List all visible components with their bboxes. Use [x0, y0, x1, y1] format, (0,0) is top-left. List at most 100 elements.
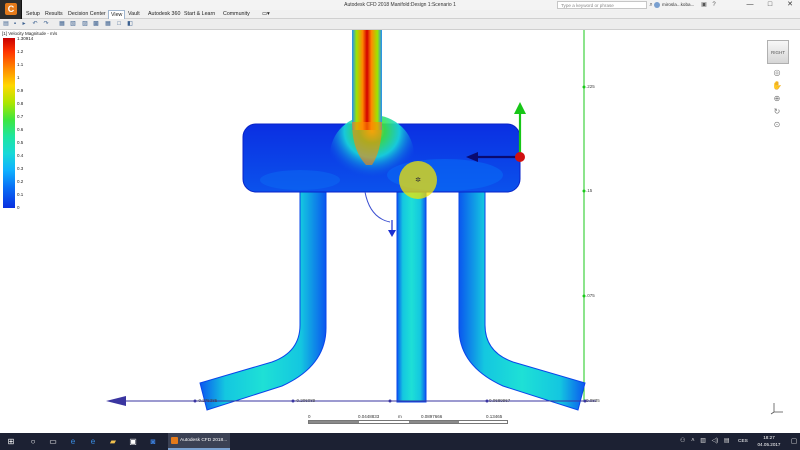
ribbon-tabs: Setup Results Decision Center View Vault… — [22, 10, 800, 19]
network-icon[interactable]: ▥ — [700, 433, 706, 450]
dimension-label: .075 — [586, 293, 595, 298]
flow-region — [260, 170, 340, 190]
task-view-icon[interactable]: ▭ — [44, 433, 62, 450]
tab-community[interactable]: Community — [221, 11, 252, 18]
pan-icon[interactable]: ✋ — [770, 80, 784, 91]
quick-access-toolbar: ▤ ▪ ▸ ↶ ↷ ▦ ▧ ▨ ▩ ▦ □ ◧ — [0, 19, 800, 30]
scale-label: 0.0448833 — [358, 414, 380, 419]
tab-results[interactable]: Results — [43, 11, 65, 18]
zoom-icon[interactable]: ⊕ — [770, 93, 784, 104]
redo-icon[interactable]: ↷ — [42, 21, 50, 28]
clock-date: 04.05.2017 — [757, 441, 781, 447]
system-tray: ⚇ ˄ ▥ ◁) ▤ — [680, 433, 734, 450]
scale-label: 0.0897666 — [421, 414, 443, 419]
rotation-arc — [364, 191, 391, 223]
open-icon[interactable]: ▤ — [2, 21, 10, 28]
minimize-button[interactable]: — — [740, 0, 760, 10]
axis-tick — [388, 399, 392, 403]
legend-tick: 0.5 — [17, 140, 24, 145]
legend-tick: 0.1 — [17, 192, 24, 197]
legend-labels: 1.30914 1.2 1.1 1 0.9 0.8 0.7 0.6 0.5 0.… — [17, 36, 47, 212]
axis-label: 0.0689967 — [489, 398, 511, 403]
home-view-icon[interactable]: ▦ — [58, 21, 66, 28]
outline-icon[interactable]: □ — [115, 21, 123, 28]
input-language[interactable]: CES — [738, 433, 748, 450]
windows-start-icon[interactable]: ⊞ — [0, 433, 22, 450]
notifications-icon[interactable]: ▢ — [788, 433, 800, 450]
bottom-axis-arrow — [106, 396, 126, 406]
navigation-bar: ◎ ✋ ⊕ ↻ ⊙ — [770, 67, 786, 145]
dimension-label: 0.0835 — [586, 398, 600, 403]
legend-max-label: 1.30914 — [17, 36, 34, 41]
view-select-icon[interactable]: ▨ — [81, 21, 89, 28]
keyboard-icon[interactable]: ▤ — [724, 433, 730, 450]
legend-tick: 1.1 — [17, 62, 24, 67]
windows-taskbar: ⊞ ○ ▭ e e ▰ ▣ ◙ Autodesk CFD 2018... ⚇ ˄… — [0, 433, 800, 450]
view-cube[interactable]: RIGHT — [767, 40, 789, 64]
shading-icon[interactable]: ◧ — [126, 21, 134, 28]
legend-tick: 0.8 — [17, 101, 24, 106]
scale-label: 0 — [308, 414, 311, 419]
right-outlet-pipe — [458, 191, 586, 411]
graphics-viewport[interactable]: ✲ [1] Velocity Magnitude - m/s 1.30914 1… — [0, 30, 800, 424]
cursor-crosshair-icon: ✲ — [415, 176, 421, 184]
application-menu-button[interactable]: C — [0, 0, 22, 19]
legend-tick: 1.2 — [17, 49, 24, 54]
left-outlet-pipe — [199, 191, 327, 411]
taskbar-clock[interactable]: 18:27 04.05.2017 — [754, 435, 784, 448]
center-outlet-pipe — [396, 184, 427, 403]
look-icon[interactable]: ⊙ — [770, 119, 784, 130]
axis-label: -0.275385 — [197, 398, 218, 403]
autodesk-cfd-logo: C — [5, 3, 17, 15]
volume-icon[interactable]: ◁) — [712, 433, 719, 450]
dimension-label: .15 — [586, 188, 593, 193]
people-icon[interactable]: ⚇ — [680, 433, 685, 450]
help-search-input[interactable] — [557, 1, 647, 9]
outlook-icon[interactable]: ◙ — [144, 433, 162, 450]
ribbon-options-icon[interactable]: ▭▾ — [260, 11, 272, 18]
tab-setup[interactable]: Setup — [24, 11, 42, 18]
display-mode-icon[interactable]: ▩ — [92, 21, 100, 28]
store-icon[interactable]: ▣ — [124, 433, 142, 450]
chevron-up-icon[interactable]: ˄ — [691, 433, 695, 450]
maximize-button[interactable]: □ — [760, 0, 780, 10]
close-button[interactable]: ✕ — [780, 0, 800, 10]
cart-icon[interactable]: ▣ — [700, 1, 708, 9]
triad-y-arrow[interactable] — [514, 102, 526, 114]
rotation-arrow-head — [388, 230, 396, 237]
user-account[interactable]: mirosla...koba... — [654, 1, 694, 9]
scale-unit-label: m — [398, 414, 402, 419]
steering-wheel-icon[interactable]: ◎ — [770, 67, 784, 78]
tab-decision-center[interactable]: Decision Center — [66, 11, 108, 18]
taskbar-app-label: Autodesk CFD 2018... — [180, 438, 228, 443]
axis-triad-icon — [770, 401, 784, 415]
legend-tick: 1 — [17, 75, 20, 80]
cfd-result-scene: ✲ — [106, 30, 596, 411]
legend-tick: 0.6 — [17, 127, 24, 132]
edge-browser-icon[interactable]: e — [64, 433, 82, 450]
triad-origin[interactable] — [515, 152, 525, 162]
internet-explorer-icon[interactable]: e — [84, 433, 102, 450]
taskbar-app-autodesk-cfd[interactable]: Autodesk CFD 2018... — [168, 433, 230, 450]
velocity-legend-bar — [3, 38, 15, 208]
legend-tick: 0 — [17, 205, 20, 210]
tab-view[interactable]: View — [108, 10, 126, 19]
avatar — [654, 1, 660, 8]
search-icon[interactable]: ○ — [24, 433, 42, 450]
tab-autodesk-360[interactable]: Autodesk 360 — [146, 11, 182, 18]
legend-tick: 0.3 — [17, 166, 24, 171]
run-icon[interactable]: ▸ — [20, 21, 28, 28]
save-icon[interactable]: ▪ — [11, 21, 19, 28]
grid-icon[interactable]: ▦ — [104, 21, 112, 28]
orbit-icon[interactable]: ↻ — [770, 106, 784, 117]
undo-icon[interactable]: ↶ — [31, 21, 39, 28]
file-explorer-icon[interactable]: ▰ — [104, 433, 122, 450]
dimension-label: .225 — [586, 84, 595, 89]
help-icon[interactable]: ? — [710, 1, 718, 9]
tab-start-learn[interactable]: Start & Learn — [182, 11, 217, 18]
tab-vault[interactable]: Vault — [126, 11, 142, 18]
title-bar: Autodesk CFD 2018 Manifold:Design 1:Scen… — [0, 0, 800, 10]
autodesk-cfd-icon — [171, 437, 178, 444]
fit-view-icon[interactable]: ▧ — [69, 21, 77, 28]
axis-label: -0.206089 — [295, 398, 316, 403]
